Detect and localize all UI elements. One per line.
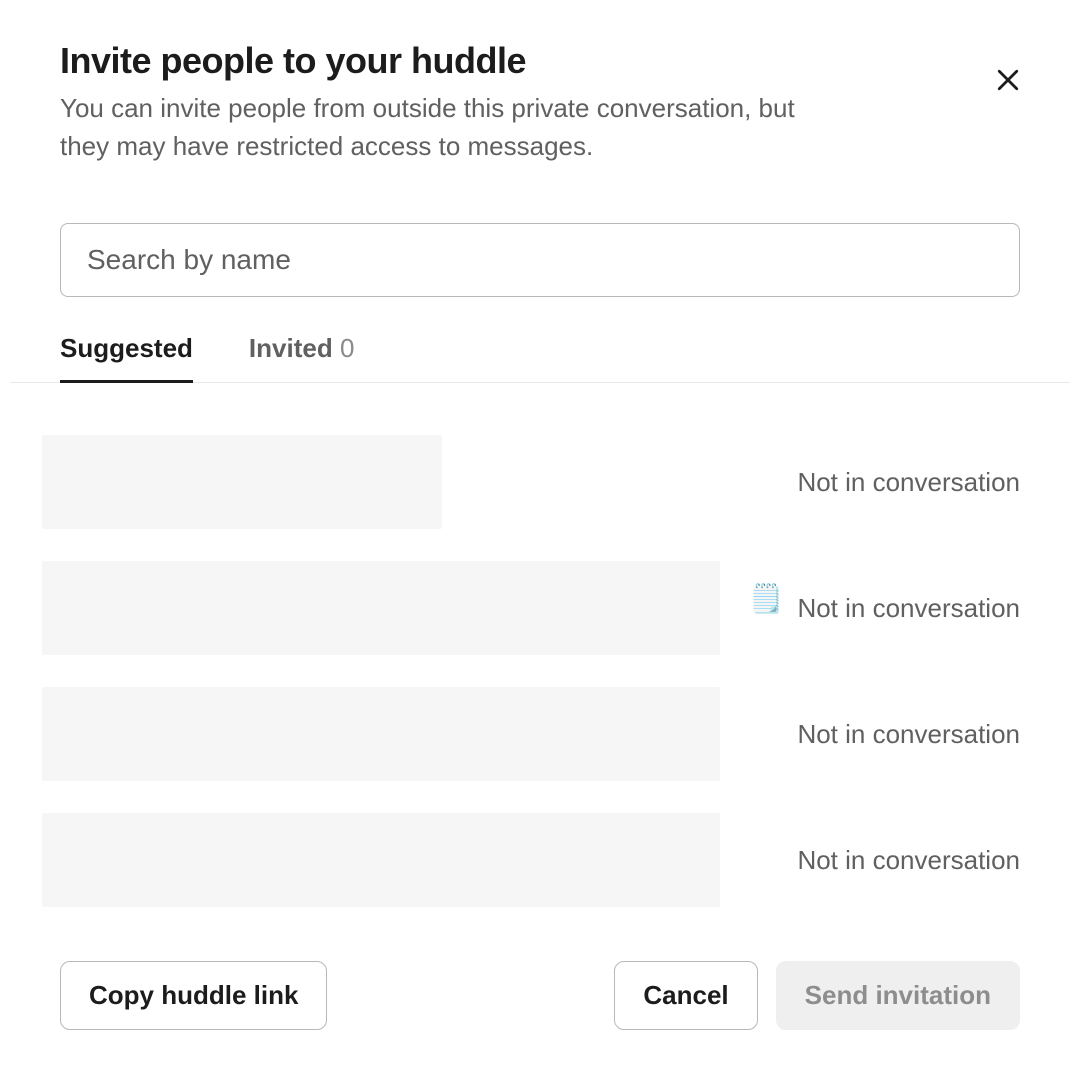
close-icon bbox=[993, 65, 1023, 95]
tab-suggested[interactable]: Suggested bbox=[60, 333, 193, 382]
status-label: Not in conversation bbox=[797, 845, 1020, 876]
status-label: Not in conversation bbox=[797, 467, 1020, 498]
user-placeholder bbox=[42, 435, 442, 529]
tab-invited-count: 0 bbox=[340, 333, 354, 363]
suggested-list: Not in conversation 🗒️ Not in conversati… bbox=[42, 435, 1020, 907]
dialog-subtitle: You can invite people from outside this … bbox=[60, 90, 820, 165]
copy-huddle-link-button[interactable]: Copy huddle link bbox=[60, 961, 327, 1030]
dialog-footer: Copy huddle link Cancel Send invitation bbox=[60, 961, 1020, 1030]
user-placeholder bbox=[42, 687, 720, 781]
tab-invited[interactable]: Invited 0 bbox=[249, 333, 355, 382]
send-invitation-button[interactable]: Send invitation bbox=[776, 961, 1020, 1030]
user-placeholder bbox=[42, 813, 720, 907]
status-label: Not in conversation bbox=[797, 593, 1020, 624]
search-input[interactable] bbox=[60, 223, 1020, 297]
list-item[interactable]: Not in conversation bbox=[42, 687, 1020, 781]
user-placeholder bbox=[42, 561, 720, 655]
list-item[interactable]: 🗒️ Not in conversation bbox=[42, 561, 1020, 655]
cancel-button[interactable]: Cancel bbox=[614, 961, 757, 1030]
notepad-icon: 🗒️ bbox=[749, 582, 784, 615]
tab-invited-label: Invited bbox=[249, 333, 333, 363]
list-item[interactable]: Not in conversation bbox=[42, 435, 1020, 529]
close-button[interactable] bbox=[986, 58, 1030, 102]
status-label: Not in conversation bbox=[797, 719, 1020, 750]
dialog-title: Invite people to your huddle bbox=[60, 40, 986, 82]
tabs: Suggested Invited 0 bbox=[10, 333, 1070, 383]
list-item[interactable]: Not in conversation bbox=[42, 813, 1020, 907]
tab-suggested-label: Suggested bbox=[60, 333, 193, 363]
